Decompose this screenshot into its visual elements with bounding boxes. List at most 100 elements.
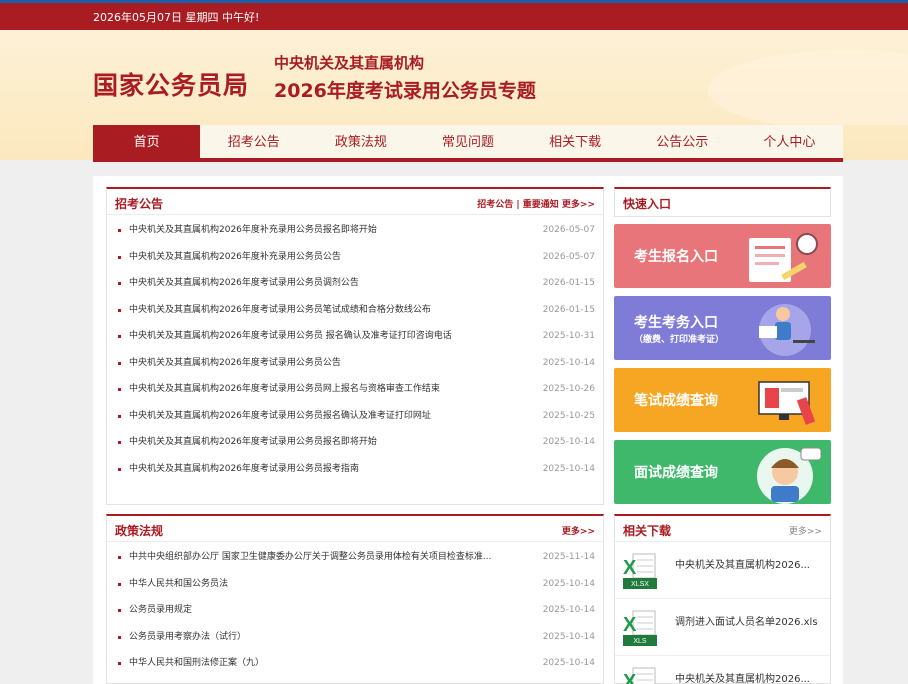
list-item[interactable]: 中央机关及其直属机构2026年度考试录用公务员报名即将开始 2025-10-14: [115, 429, 597, 456]
bullet-icon: [118, 282, 121, 285]
list-item[interactable]: 中央机关及其直属机构2026年度考试录用公务员网上报名与资格审查工作结束 2025…: [115, 376, 597, 403]
item-title[interactable]: 中央机关及其直属机构2026年度考试录用公务员网上报名与资格审查工作结束: [129, 376, 529, 403]
list-item[interactable]: 中央机关及其直属机构2026年度考试录用公务员笔试成绩和合格分数线公布 2026-…: [115, 297, 597, 324]
bullet-icon: [118, 414, 121, 418]
nav-notices[interactable]: 公告公示: [629, 125, 736, 158]
item-title[interactable]: 中央机关及其直属机构2026年度考试录用公务员公告: [129, 350, 529, 377]
svg-text:X: X: [623, 614, 637, 636]
document-icon: [749, 233, 818, 282]
announce-more-link[interactable]: 招考公告 | 重要通知 更多>>: [477, 197, 595, 210]
download-item[interactable]: X 中央机关及其直属机构2026...: [615, 656, 830, 684]
bullet-icon: [118, 582, 121, 586]
svg-text:X: X: [623, 557, 637, 579]
item-title[interactable]: 中央机关及其直属机构2026年度考试录用公务员笔试成绩和合格分数线公布: [129, 297, 529, 324]
nav-announcements[interactable]: 招考公告: [200, 125, 307, 158]
interview-score-label: 面试成绩查询: [634, 465, 718, 481]
item-title[interactable]: 中华人民共和国公务员法: [129, 571, 529, 598]
svg-text:X: X: [623, 671, 637, 684]
quick-title: 快速入口: [623, 197, 672, 211]
date-greeting: 2026年05月07日 星期四 中午好!: [93, 11, 260, 24]
item-title[interactable]: 中华人民共和国刑法修正案（九）: [129, 650, 529, 677]
file-ext-label: XLS: [633, 638, 647, 645]
bullet-icon: [118, 467, 121, 471]
bullet-icon: [118, 361, 121, 365]
item-title[interactable]: 中央机关及其直属机构2026年度考试录用公务员报考指南: [129, 456, 529, 483]
list-item[interactable]: 中央机关及其直属机构2026年度考试录用公务员报考指南 2025-10-14: [115, 456, 597, 483]
item-date: 2025-10-14: [542, 605, 595, 615]
list-item[interactable]: 中央机关及其直属机构2026年度考试录用公务员 报名确认及准考证打印咨询电话 20…: [115, 323, 597, 350]
download-item[interactable]: X XLS 调剂进入面试人员名单2026.xls: [615, 599, 830, 656]
nav-user-center[interactable]: 个人中心: [736, 125, 843, 158]
nav-faq[interactable]: 常见问题: [414, 125, 521, 158]
list-item[interactable]: 中央机关及其直属机构2026年度考试录用公务员调剂公告 2026-01-15: [115, 270, 597, 297]
policy-title: 政策法规: [115, 524, 164, 538]
nav-downloads[interactable]: 相关下载: [522, 125, 629, 158]
list-item[interactable]: 公务员录用考察办法（试行） 2025-10-14: [115, 624, 597, 651]
register-entry-label: 考生报名入口: [634, 249, 718, 265]
item-date: 2026-01-15: [542, 278, 595, 288]
list-item[interactable]: 中央机关及其直属机构2026年度补充录用公务员公告 2026-05-07: [115, 244, 597, 271]
item-date: 2026-05-07: [542, 251, 595, 262]
item-date: 2025-10-14: [542, 578, 595, 589]
item-title[interactable]: 公务员录用考察办法（试行）: [129, 624, 529, 651]
register-entry-button[interactable]: 考生报名入口: [614, 224, 831, 288]
list-item[interactable]: 中共中央组织部办公厅 国家卫生健康委办公厅关于调整公务员录用体检有关项目检查标准…: [115, 544, 597, 571]
item-date: 2025-10-14: [542, 463, 595, 474]
item-date: 2026-05-07: [542, 225, 595, 235]
item-date: 2025-10-14: [542, 357, 595, 368]
excel-file-icon: X XLSX: [623, 553, 657, 589]
download-item[interactable]: X XLSX 中央机关及其直属机构2026...: [615, 542, 830, 599]
bullet-icon: [118, 308, 121, 312]
bullet-icon: [118, 255, 121, 259]
list-item[interactable]: 中华人民共和国公务员法 2025-10-14: [115, 571, 597, 598]
item-title[interactable]: 中央机关及其直属机构2026年度考试录用公务员报名即将开始: [129, 429, 529, 456]
banner-decoration: [708, 50, 908, 125]
student-desk-icon: [759, 304, 815, 356]
download-file-name[interactable]: 中央机关及其直属机构2026...: [675, 670, 810, 684]
item-date: 2025-10-31: [542, 331, 595, 341]
quick-panel: 快速入口: [614, 187, 831, 217]
policy-list: 中共中央组织部办公厅 国家卫生健康委办公厅关于调整公务员录用体检有关项目检查标准…: [107, 542, 603, 677]
bullet-icon: [118, 335, 121, 338]
exam-affairs-entry-button[interactable]: 考生考务入口 （缴费、打印准考证）: [614, 296, 831, 360]
item-title[interactable]: 中央机关及其直属机构2026年度补充录用公务员报名即将开始: [129, 217, 529, 244]
item-title[interactable]: 中央机关及其直属机构2026年度考试录用公务员调剂公告: [129, 270, 529, 297]
item-title[interactable]: 中央机关及其直属机构2026年度考试录用公务员报名确认及准考证打印网址: [129, 403, 529, 430]
policy-more-link[interactable]: 更多>>: [562, 524, 595, 537]
list-item[interactable]: 中央机关及其直属机构2026年度考试录用公务员报名确认及准考证打印网址 2025-…: [115, 403, 597, 430]
site-logo[interactable]: 国家公务员局: [93, 66, 249, 102]
policy-panel: 政策法规 更多>> 中共中央组织部办公厅 国家卫生健康委办公厅关于调整公务员录用…: [106, 514, 604, 684]
top-bar: 2026年05月07日 星期四 中午好!: [0, 0, 908, 30]
interview-score-query-button[interactable]: 面试成绩查询: [614, 440, 831, 504]
item-date: 2026-01-15: [542, 304, 595, 315]
item-date: 2025-10-14: [542, 631, 595, 642]
bullet-icon: [118, 556, 121, 559]
list-item[interactable]: 中央机关及其直属机构2026年度考试录用公务员公告 2025-10-14: [115, 350, 597, 377]
bullet-icon: [118, 635, 121, 639]
item-title[interactable]: 中共中央组织部办公厅 国家卫生健康委办公厅关于调整公务员录用体检有关项目检查标准…: [129, 544, 529, 571]
item-title[interactable]: 中央机关及其直属机构2026年度补充录用公务员公告: [129, 244, 529, 271]
downloads-list: X XLSX 中央机关及其直属机构2026... X XLS 调剂进入面试人员名单2026…: [615, 542, 830, 684]
item-date: 2025-11-14: [542, 552, 595, 562]
list-item[interactable]: 中央机关及其直属机构2026年度补充录用公务员报名即将开始 2026-05-07: [115, 217, 597, 244]
announce-list: 中央机关及其直属机构2026年度补充录用公务员报名即将开始 2026-05-07 中…: [107, 215, 603, 482]
download-file-name[interactable]: 中央机关及其直属机构2026...: [675, 556, 810, 571]
item-date: 2025-10-26: [542, 384, 595, 394]
downloads-title: 相关下载: [623, 524, 672, 538]
list-item[interactable]: 中华人民共和国刑法修正案（九） 2025-10-14: [115, 650, 597, 677]
announce-panel: 招考公告 招考公告 | 重要通知 更多>> 中央机关及其直属机构2026年度补充…: [106, 187, 604, 505]
item-title[interactable]: 中央机关及其直属机构2026年度考试录用公务员 报名确认及准考证打印咨询电话: [129, 323, 529, 350]
file-ext-label: XLSX: [631, 581, 649, 588]
written-score-query-button[interactable]: 笔试成绩查询: [614, 368, 831, 432]
list-item[interactable]: 公务员录用规定 2025-10-14: [115, 597, 597, 624]
excel-file-icon: X XLS: [623, 610, 657, 646]
nav-home[interactable]: 首页: [93, 125, 201, 158]
exam-affairs-label: 考生考务入口: [634, 315, 718, 331]
download-file-name[interactable]: 调剂进入面试人员名单2026.xls: [675, 613, 818, 628]
bullet-icon: [118, 609, 121, 612]
downloads-more-link[interactable]: 更多>>: [789, 524, 822, 537]
item-title[interactable]: 公务员录用规定: [129, 597, 529, 624]
bullet-icon: [118, 229, 121, 232]
bullet-icon: [118, 662, 121, 665]
nav-policy[interactable]: 政策法规: [307, 125, 414, 158]
